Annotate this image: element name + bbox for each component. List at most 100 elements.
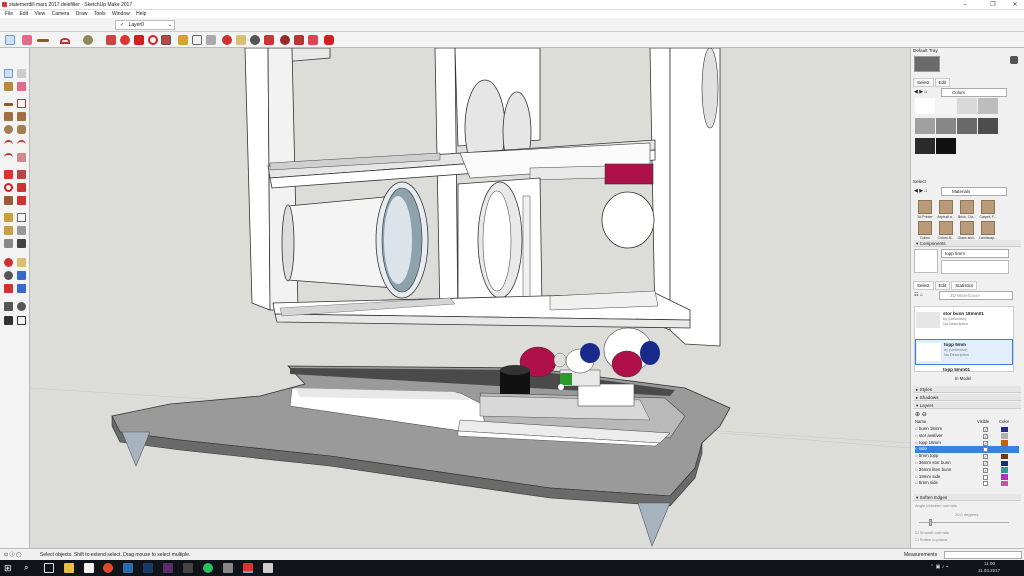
store-icon[interactable] bbox=[84, 563, 94, 573]
task-view-icon[interactable] bbox=[44, 563, 54, 573]
color-swatch[interactable] bbox=[957, 118, 977, 134]
layer-color-swatch[interactable] bbox=[1001, 440, 1008, 446]
app-icon-2[interactable] bbox=[223, 563, 233, 573]
layer-row[interactable]: ○ side ✓ bbox=[915, 446, 1019, 453]
eraser-icon[interactable] bbox=[22, 35, 32, 45]
component-item-name[interactable]: topp 5mm01 bbox=[943, 367, 970, 372]
soften-slider-track[interactable] bbox=[919, 522, 1009, 523]
menu-camera[interactable]: Camera bbox=[52, 10, 70, 18]
menu-draw[interactable]: Draw bbox=[76, 10, 88, 18]
layer-color-swatch[interactable] bbox=[1001, 480, 1008, 487]
zoom-icon[interactable] bbox=[250, 35, 260, 45]
sketchup-taskbar-icon[interactable] bbox=[243, 563, 253, 573]
layer-visible-checkbox[interactable]: ✓ bbox=[983, 440, 988, 446]
color-swatch[interactable] bbox=[915, 118, 935, 134]
layer-visible-checkbox[interactable]: ✓ bbox=[983, 467, 988, 473]
color-swatch[interactable] bbox=[915, 98, 935, 114]
layer-color-swatch[interactable] bbox=[1001, 453, 1008, 460]
layer-visible-checkbox[interactable] bbox=[983, 474, 988, 480]
offset-icon[interactable] bbox=[148, 35, 158, 45]
move-icon[interactable] bbox=[120, 35, 130, 45]
layer-color-swatch[interactable] bbox=[1001, 426, 1008, 432]
menu-window[interactable]: Window bbox=[112, 10, 130, 18]
colors-dropdown[interactable]: Colors bbox=[941, 88, 1007, 97]
dimension-tool-icon[interactable] bbox=[17, 213, 26, 222]
layer-color-swatch[interactable] bbox=[1001, 433, 1008, 439]
component-item-selected[interactable]: topp 5mm by (Unknown) No Description bbox=[915, 339, 1013, 365]
select-icon[interactable] bbox=[5, 35, 15, 45]
position-camera-icon[interactable] bbox=[4, 302, 13, 311]
pie-tool-icon[interactable] bbox=[17, 153, 26, 162]
soften-edges-panel-header[interactable]: ▾ Soften Edges bbox=[913, 494, 1021, 501]
rotate-tool-icon[interactable] bbox=[4, 183, 13, 192]
search-icon[interactable]: ⌕ bbox=[24, 563, 34, 573]
layer-visible-checkbox[interactable]: ✓ bbox=[983, 447, 988, 453]
rotated-rect-icon[interactable] bbox=[17, 112, 26, 121]
component-description-field[interactable] bbox=[941, 260, 1009, 274]
arc-tool-icon[interactable] bbox=[4, 140, 13, 149]
tape-tool-icon[interactable] bbox=[4, 213, 13, 222]
orbit-tool-icon[interactable] bbox=[4, 258, 13, 267]
extension-icon[interactable] bbox=[294, 35, 304, 45]
menu-view[interactable]: View bbox=[34, 10, 45, 18]
create-style-icon[interactable] bbox=[1010, 56, 1018, 64]
move-tool-icon[interactable] bbox=[4, 170, 13, 179]
component-item-name[interactable]: stor bunn 18mm01 bbox=[943, 311, 984, 316]
layer-color-swatch[interactable] bbox=[1001, 460, 1008, 466]
pan-tool-icon[interactable] bbox=[17, 258, 26, 267]
color-swatch[interactable] bbox=[936, 98, 956, 114]
zoom-extents-tool-icon[interactable] bbox=[4, 284, 13, 293]
look-around-icon[interactable] bbox=[17, 302, 26, 311]
add-remove-layer-icons[interactable]: ⊕ ⊖ bbox=[915, 411, 927, 418]
file-explorer-icon[interactable] bbox=[64, 563, 74, 573]
tab-component-statistics[interactable]: Statistics bbox=[951, 281, 978, 290]
styles-panel-header[interactable]: ▸ Styles bbox=[913, 386, 1021, 393]
drawing-viewport[interactable] bbox=[30, 48, 910, 548]
rectangle-tool-icon[interactable] bbox=[4, 112, 13, 121]
layer-row[interactable]: ○ bunn 18mm ✓ bbox=[915, 426, 1019, 433]
color-swatch[interactable] bbox=[936, 138, 956, 154]
material-item[interactable]: Colors-N... bbox=[936, 219, 956, 245]
shape-icon[interactable] bbox=[83, 35, 93, 45]
back-forward-home-icon[interactable]: ◀ ▶ ⌂ bbox=[914, 89, 928, 95]
offset-tool-icon[interactable] bbox=[17, 196, 26, 205]
color-swatch[interactable] bbox=[936, 118, 956, 134]
view-options-icon[interactable]: ☷ ⌂ bbox=[914, 292, 923, 298]
zoom-tool-icon[interactable] bbox=[4, 271, 13, 280]
close-button[interactable]: ✕ bbox=[1008, 1, 1022, 9]
photoshop-icon[interactable] bbox=[143, 563, 153, 573]
materials-dropdown[interactable]: Materials bbox=[941, 187, 1007, 196]
dimension-icon[interactable] bbox=[192, 35, 202, 45]
previous-view-icon[interactable] bbox=[17, 284, 26, 293]
materials-nav-icon[interactable]: ◀ ▶ ⌂ bbox=[914, 188, 928, 194]
arc-icon[interactable] bbox=[60, 38, 70, 44]
protractor-tool-icon[interactable] bbox=[4, 226, 13, 235]
menu-help[interactable]: Help bbox=[136, 10, 146, 18]
layer-row[interactable]: ○ 5mm side bbox=[915, 480, 1019, 487]
material-item[interactable]: Glass and... bbox=[957, 219, 977, 245]
eraser-tool-icon[interactable] bbox=[17, 82, 26, 91]
layer-color-swatch[interactable] bbox=[1001, 474, 1008, 480]
clock-date[interactable]: 11.03.2017 bbox=[978, 568, 1000, 573]
select-tool-icon[interactable] bbox=[4, 69, 13, 78]
menu-tools[interactable]: Tools bbox=[94, 10, 106, 18]
component-name-field[interactable]: topp 5mm bbox=[941, 249, 1009, 258]
layer-visible-checkbox[interactable]: ✓ bbox=[983, 427, 988, 432]
arc2-tool-icon[interactable] bbox=[17, 140, 26, 149]
circle-tool-icon[interactable] bbox=[4, 125, 13, 134]
soften-slider-thumb[interactable] bbox=[929, 519, 932, 526]
color-swatch[interactable] bbox=[978, 118, 998, 134]
axes-tool-icon[interactable] bbox=[4, 239, 13, 248]
measurements-input[interactable] bbox=[944, 551, 1022, 559]
smooth-normals-checkbox[interactable]: ☑ Smooth normals bbox=[915, 530, 949, 535]
pushpull-icon[interactable] bbox=[106, 35, 116, 45]
color-swatch[interactable] bbox=[978, 98, 998, 114]
layer-visible-checkbox[interactable] bbox=[983, 481, 988, 487]
shadows-panel-header[interactable]: ▸ Shadows bbox=[913, 394, 1021, 401]
material-item[interactable]: Landscap... bbox=[978, 219, 998, 245]
calculator-icon[interactable] bbox=[183, 563, 193, 573]
maximize-button[interactable]: ❐ bbox=[986, 1, 1000, 9]
model-view[interactable] bbox=[30, 48, 910, 548]
polygon-tool-icon[interactable] bbox=[17, 125, 26, 134]
freehand-tool-icon[interactable] bbox=[17, 99, 26, 108]
